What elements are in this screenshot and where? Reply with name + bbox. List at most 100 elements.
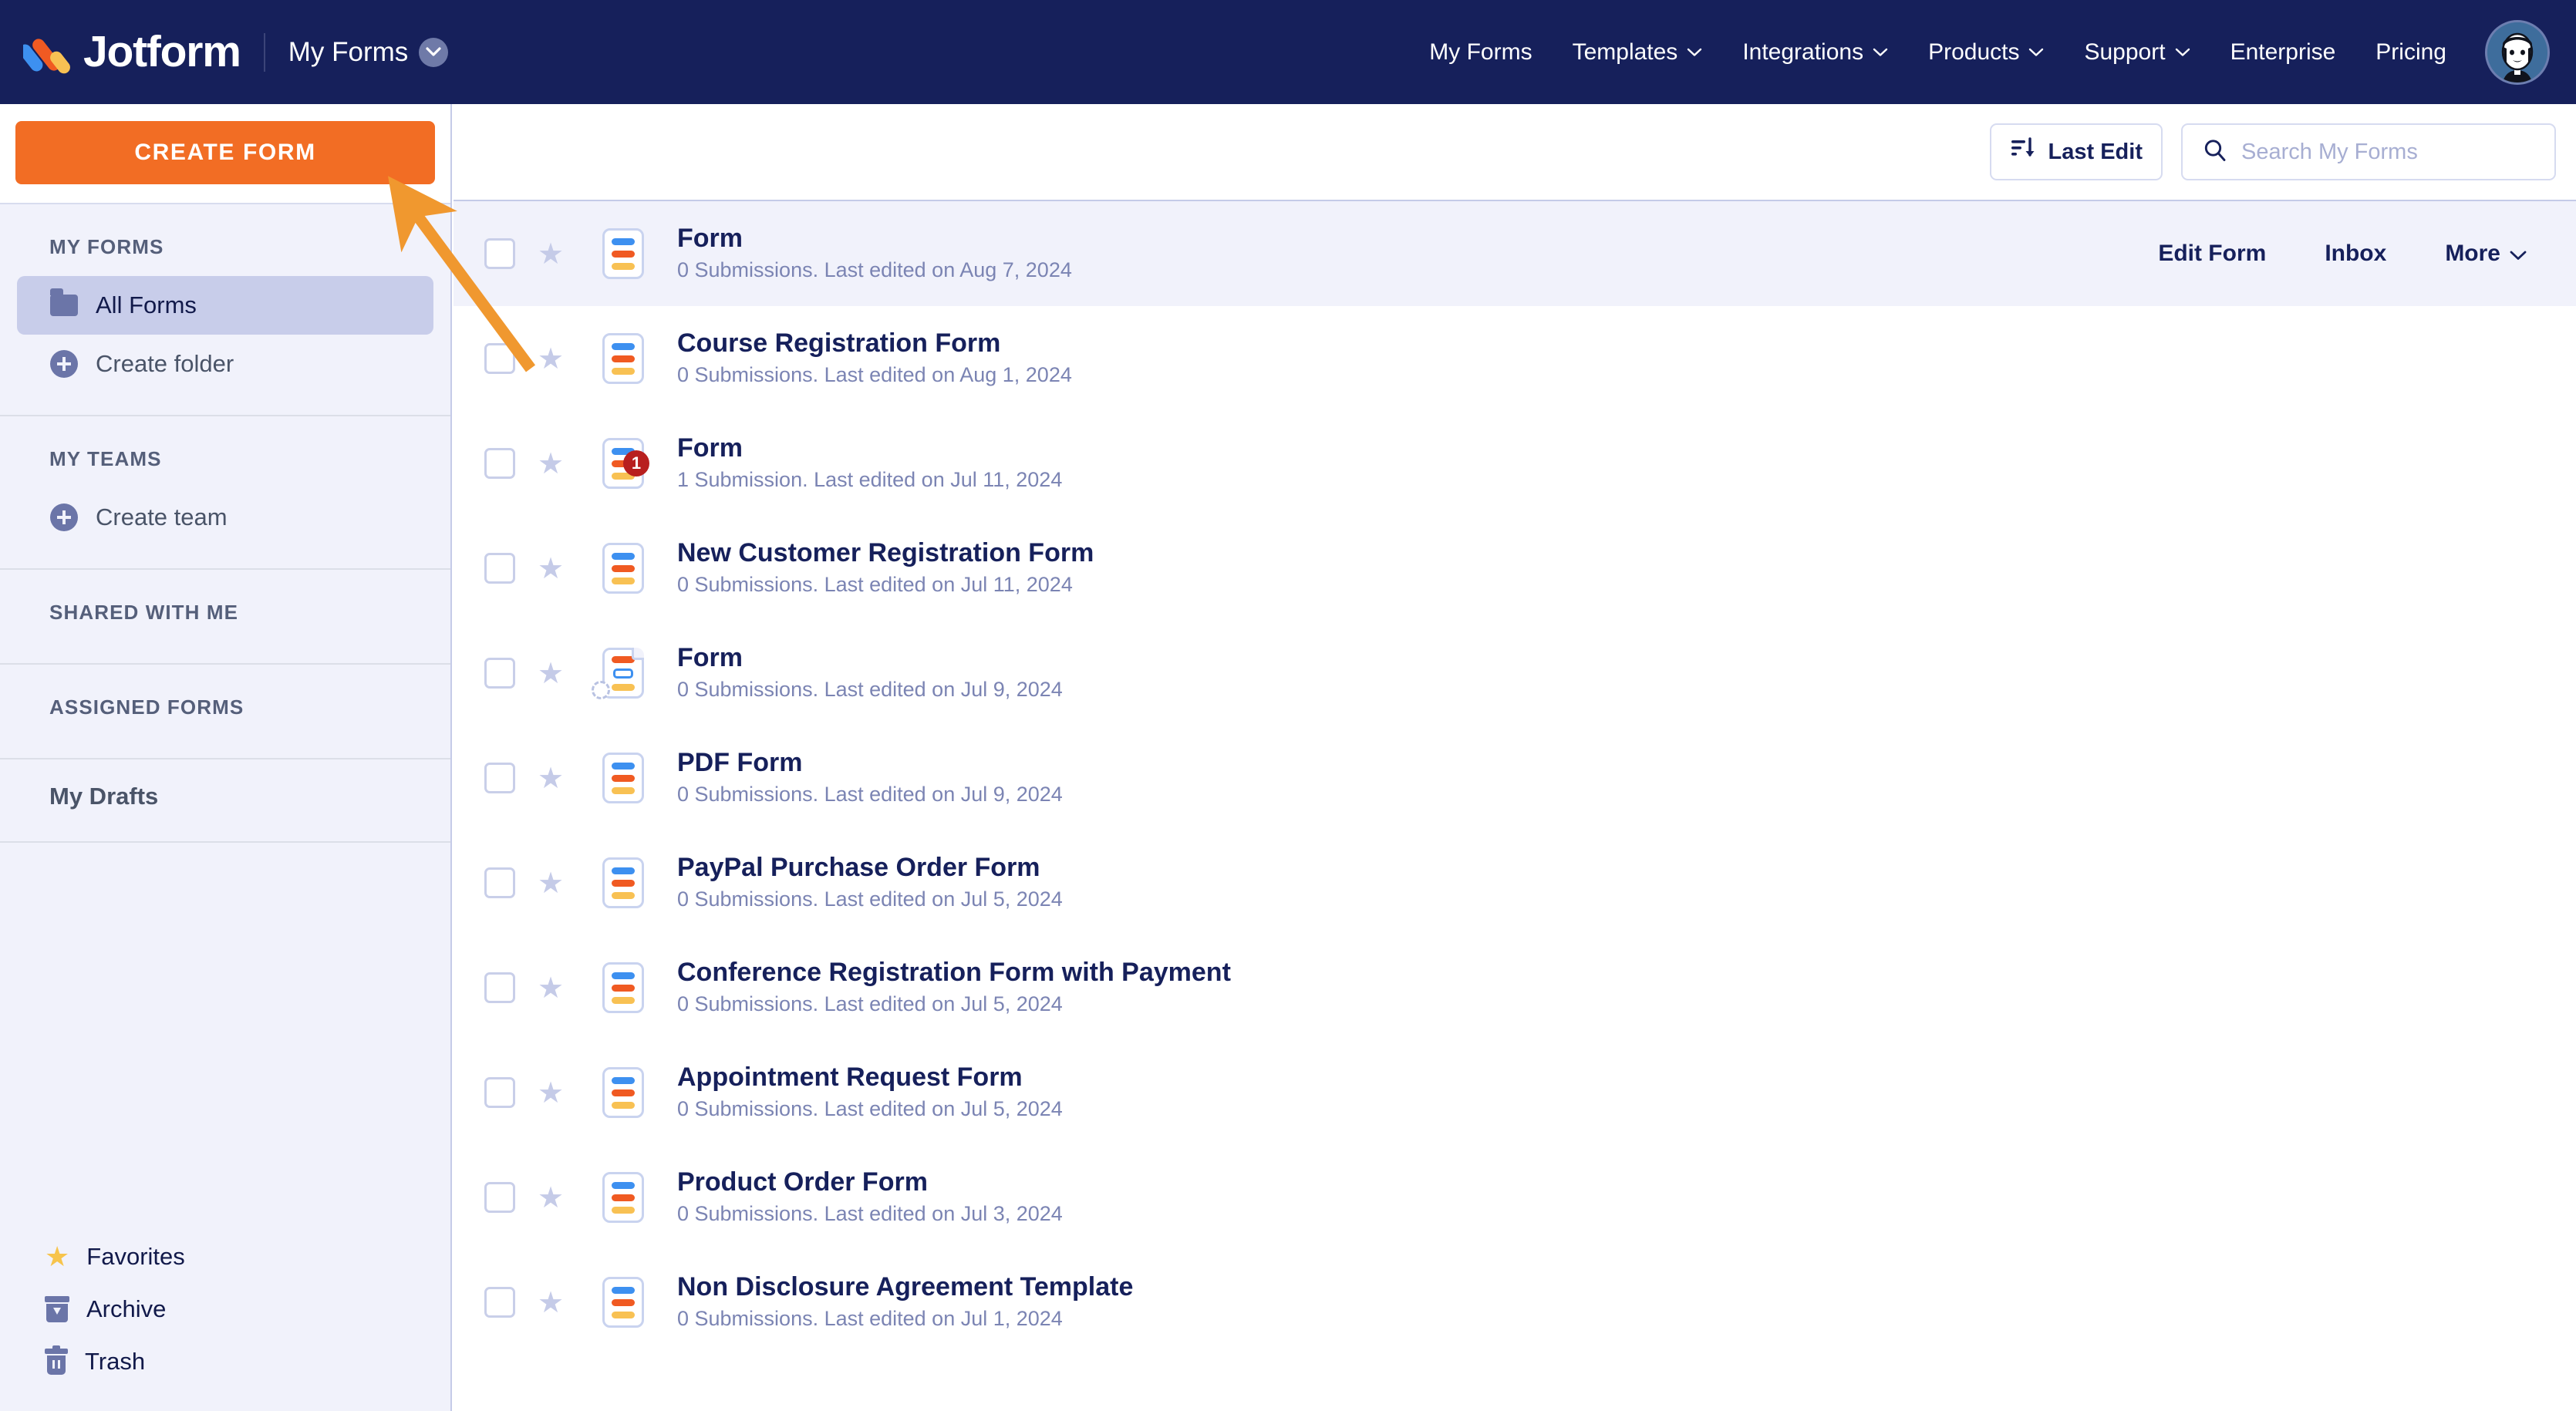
form-title[interactable]: PDF Form <box>677 749 1063 777</box>
favorite-star-icon[interactable]: ★ <box>515 342 586 376</box>
row-checkbox[interactable] <box>484 238 515 269</box>
nav-link-integrations[interactable]: Integrations <box>1722 39 1908 66</box>
sidebar-item-favorites[interactable]: ★ Favorites <box>0 1231 450 1283</box>
favorite-star-icon[interactable]: ★ <box>515 761 586 796</box>
favorite-star-icon[interactable]: ★ <box>515 1285 586 1320</box>
inbox-button[interactable]: Inbox <box>2295 241 2416 267</box>
nav-link-products[interactable]: Products <box>1908 39 2064 66</box>
table-row[interactable]: ★ 1 Form 1 Submission. Last edited on Jul 1… <box>453 411 2576 516</box>
form-title[interactable]: Course Registration Form <box>677 330 1072 358</box>
form-title[interactable]: Product Order Form <box>677 1169 1063 1197</box>
form-title[interactable]: Form <box>677 645 1063 672</box>
favorite-star-icon[interactable]: ★ <box>515 1076 586 1110</box>
form-meta: Form0 Submissions. Last edited on Jul 9,… <box>677 645 1063 702</box>
row-checkbox[interactable] <box>484 553 515 584</box>
favorite-star-icon[interactable]: ★ <box>515 866 586 901</box>
row-checkbox[interactable] <box>484 658 515 689</box>
nav-link-label: Pricing <box>2375 39 2446 66</box>
more-label: More <box>2445 241 2500 267</box>
brand-block[interactable]: Jotform <box>0 29 241 76</box>
nav-link-label: Support <box>2084 39 2165 66</box>
row-checkbox[interactable] <box>484 763 515 793</box>
form-icon <box>586 962 660 1013</box>
sidebar-section-assigned-forms[interactable]: ASSIGNED FORMS <box>0 665 450 750</box>
nav-link-enterprise[interactable]: Enterprise <box>2210 39 2356 66</box>
search-input[interactable] <box>2241 140 2534 165</box>
create-form-section: CREATE FORM <box>0 104 450 204</box>
table-row[interactable]: ★ Conference Registration Form with Payme… <box>453 935 2576 1040</box>
favorite-star-icon[interactable]: ★ <box>515 237 586 271</box>
form-title[interactable]: PayPal Purchase Order Form <box>677 854 1063 882</box>
jotform-my-forms-page: Jotform My Forms My Forms Templates Inte… <box>0 0 2576 1411</box>
sidebar-heading-assigned-forms: ASSIGNED FORMS <box>0 685 450 736</box>
table-row[interactable]: ★ Non Disclosure Agreement Template0 Subm… <box>453 1250 2576 1355</box>
form-subtitle: 0 Submissions. Last edited on Jul 5, 202… <box>677 1097 1063 1121</box>
form-title[interactable]: Form <box>677 435 1062 463</box>
form-title[interactable]: Appointment Request Form <box>677 1064 1063 1092</box>
table-row[interactable]: ★ PDF Form0 Submissions. Last edited on J… <box>453 726 2576 830</box>
row-checkbox[interactable] <box>484 1182 515 1213</box>
sidebar-item-create-team[interactable]: Create team <box>17 488 433 547</box>
sidebar-item-label: Create team <box>96 503 228 531</box>
table-row[interactable]: ★Product Order Form0 Submissions. Last e… <box>453 1145 2576 1250</box>
search-box[interactable] <box>2181 123 2556 180</box>
nav-link-pricing[interactable]: Pricing <box>2355 39 2466 66</box>
workspace-switcher[interactable]: My Forms <box>288 37 449 68</box>
favorite-star-icon[interactable]: ★ <box>515 656 586 691</box>
sidebar-item-label: Trash <box>85 1348 145 1376</box>
sidebar-item-my-drafts[interactable]: My Drafts <box>0 759 450 833</box>
row-checkbox[interactable] <box>484 343 515 374</box>
avatar[interactable] <box>2485 20 2550 85</box>
row-checkbox[interactable] <box>484 867 515 898</box>
table-row[interactable]: ★ Appointment Request Form 0 Submissions. … <box>453 1040 2576 1145</box>
sort-button[interactable]: Last Edit <box>1990 123 2163 180</box>
archive-icon <box>45 1296 69 1322</box>
form-subtitle: 1 Submission. Last edited on Jul 11, 202… <box>677 468 1062 492</box>
favorite-star-icon[interactable]: ★ <box>515 446 586 481</box>
chevron-down-icon <box>2510 241 2527 267</box>
workspace-label: My Forms <box>288 37 409 68</box>
sidebar-item-all-forms[interactable]: All Forms <box>17 276 433 335</box>
main-content: Last Edit ★Form0 Submissions. Last edite… <box>453 104 2576 1411</box>
sidebar-section-shared-with-me[interactable]: SHARED WITH ME <box>0 570 450 655</box>
form-title[interactable]: New Customer Registration Form <box>677 540 1094 567</box>
row-checkbox[interactable] <box>484 972 515 1003</box>
favorite-star-icon[interactable]: ★ <box>515 551 586 586</box>
sidebar: CREATE FORM MY FORMS All Forms Create fo… <box>0 104 452 1411</box>
table-row[interactable]: ★ Form0 Submissions. Last edited on Jul 9… <box>453 621 2576 726</box>
form-meta: Non Disclosure Agreement Template0 Submi… <box>677 1274 1133 1331</box>
form-icon <box>586 857 660 908</box>
nav-link-my-forms[interactable]: My Forms <box>1409 39 1552 66</box>
edit-form-button[interactable]: Edit Form <box>2129 241 2295 267</box>
chevron-down-icon <box>2028 48 2044 57</box>
sidebar-item-create-folder[interactable]: Create folder <box>17 335 433 393</box>
folder-icon <box>49 291 79 320</box>
row-checkbox[interactable] <box>484 1287 515 1318</box>
form-title[interactable]: Conference Registration Form with Paymen… <box>677 959 1231 987</box>
search-icon <box>2203 138 2227 167</box>
chevron-down-icon <box>419 38 448 67</box>
sidebar-item-trash[interactable]: Trash <box>0 1335 450 1388</box>
nav-link-support[interactable]: Support <box>2064 39 2210 66</box>
create-form-button[interactable]: CREATE FORM <box>15 121 435 184</box>
favorite-star-icon[interactable]: ★ <box>515 1180 586 1215</box>
submission-badge: 1 <box>623 450 649 477</box>
row-checkbox[interactable] <box>484 448 515 479</box>
form-meta: PDF Form0 Submissions. Last edited on Ju… <box>677 749 1063 807</box>
table-row[interactable]: ★PayPal Purchase Order Form0 Submissions… <box>453 830 2576 935</box>
pdf-form-icon <box>586 648 660 699</box>
favorite-star-icon[interactable]: ★ <box>515 971 586 1005</box>
table-row[interactable]: ★Form0 Submissions. Last edited on Aug 7… <box>453 201 2576 306</box>
form-title[interactable]: Form <box>677 225 1072 253</box>
row-checkbox[interactable] <box>484 1077 515 1108</box>
form-title[interactable]: Non Disclosure Agreement Template <box>677 1274 1133 1302</box>
nav-link-templates[interactable]: Templates <box>1553 39 1723 66</box>
form-meta: New Customer Registration Form0 Submissi… <box>677 540 1094 597</box>
more-button[interactable]: More <box>2416 241 2556 267</box>
table-row[interactable]: ★Course Registration Form0 Submissions. … <box>453 306 2576 411</box>
star-icon: ★ <box>45 1243 69 1271</box>
sidebar-divider <box>0 841 450 843</box>
sidebar-item-archive[interactable]: Archive <box>0 1283 450 1335</box>
table-row[interactable]: ★ New Customer Registration Form0 Submiss… <box>453 516 2576 621</box>
sort-descending-icon <box>2010 136 2036 168</box>
